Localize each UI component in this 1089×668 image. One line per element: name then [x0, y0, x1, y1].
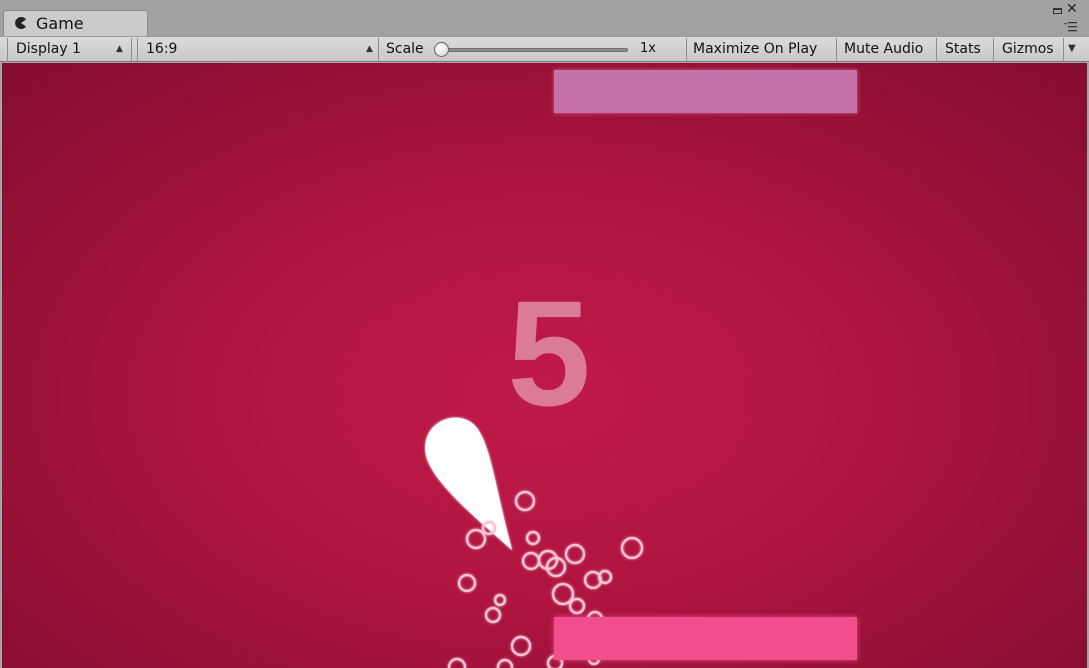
toolbar-separator: [993, 38, 994, 61]
display-dropdown-label[interactable]: Display 1: [16, 37, 81, 62]
pacman-game-icon: [15, 17, 26, 29]
bottom-paddle: [554, 617, 857, 660]
maximize-on-play-toggle[interactable]: Maximize On Play: [693, 37, 817, 62]
scale-value: 1x: [640, 41, 656, 56]
scale-slider-track[interactable]: [440, 48, 628, 52]
ball-and-bubbles: [425, 417, 644, 668]
display-dropdown-arrows-icon[interactable]: ▲: [116, 37, 123, 61]
toolbar-separator: [936, 38, 937, 61]
toolbar-separator: [7, 38, 8, 61]
game-view-toolbar: Display 1 ▲ 16:9 ▲ Scale 1x Maximize On …: [0, 36, 1089, 62]
scale-slider-thumb[interactable]: [434, 42, 449, 57]
teardrop-ball: [425, 417, 512, 550]
window-controls: ✕: [1051, 2, 1081, 35]
mute-audio-toggle[interactable]: Mute Audio: [844, 37, 923, 62]
gizmos-dropdown-icon[interactable]: ▼: [1068, 37, 1076, 61]
maximize-icon[interactable]: [1053, 8, 1062, 14]
stats-toggle[interactable]: Stats: [945, 37, 981, 62]
tab-strip: Game ✕: [0, 0, 1089, 36]
toolbar-separator: [1063, 38, 1064, 61]
toolbar-separator: [686, 38, 687, 61]
aspect-dropdown-label[interactable]: 16:9: [146, 37, 177, 62]
tab-menu-icon[interactable]: [1063, 21, 1077, 33]
game-window: Game ✕ Display 1 ▲ 16:9 ▲ Scale 1x Maxim…: [0, 0, 1089, 668]
toolbar-separator: [131, 38, 132, 61]
game-viewport[interactable]: 5: [2, 63, 1087, 668]
tab-title: Game: [36, 14, 84, 33]
aspect-dropdown-arrows-icon[interactable]: ▲: [366, 37, 373, 61]
gizmos-toggle[interactable]: Gizmos: [1002, 37, 1054, 62]
close-icon[interactable]: ✕: [1066, 2, 1078, 16]
toolbar-separator: [378, 38, 379, 61]
tab-game[interactable]: Game: [3, 10, 148, 36]
scale-label: Scale: [386, 41, 424, 57]
toolbar-separator: [137, 38, 138, 61]
toolbar-separator: [836, 38, 837, 61]
